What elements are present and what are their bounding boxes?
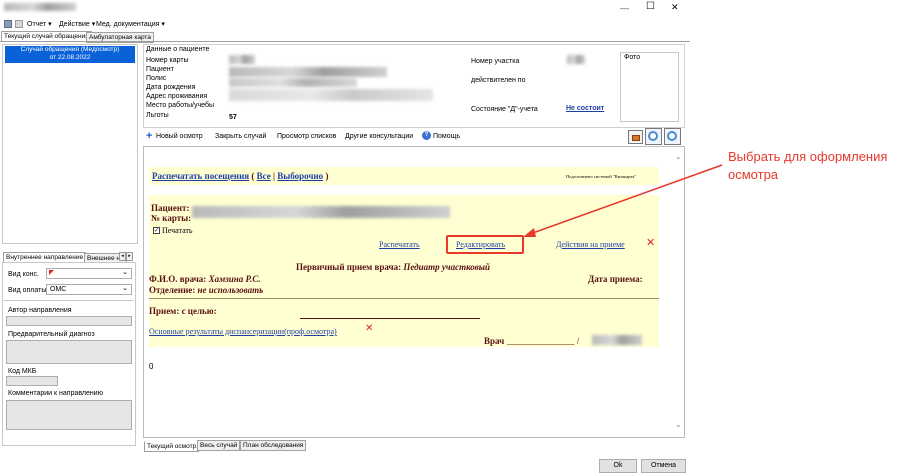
annotation-arrow [523,164,723,237]
